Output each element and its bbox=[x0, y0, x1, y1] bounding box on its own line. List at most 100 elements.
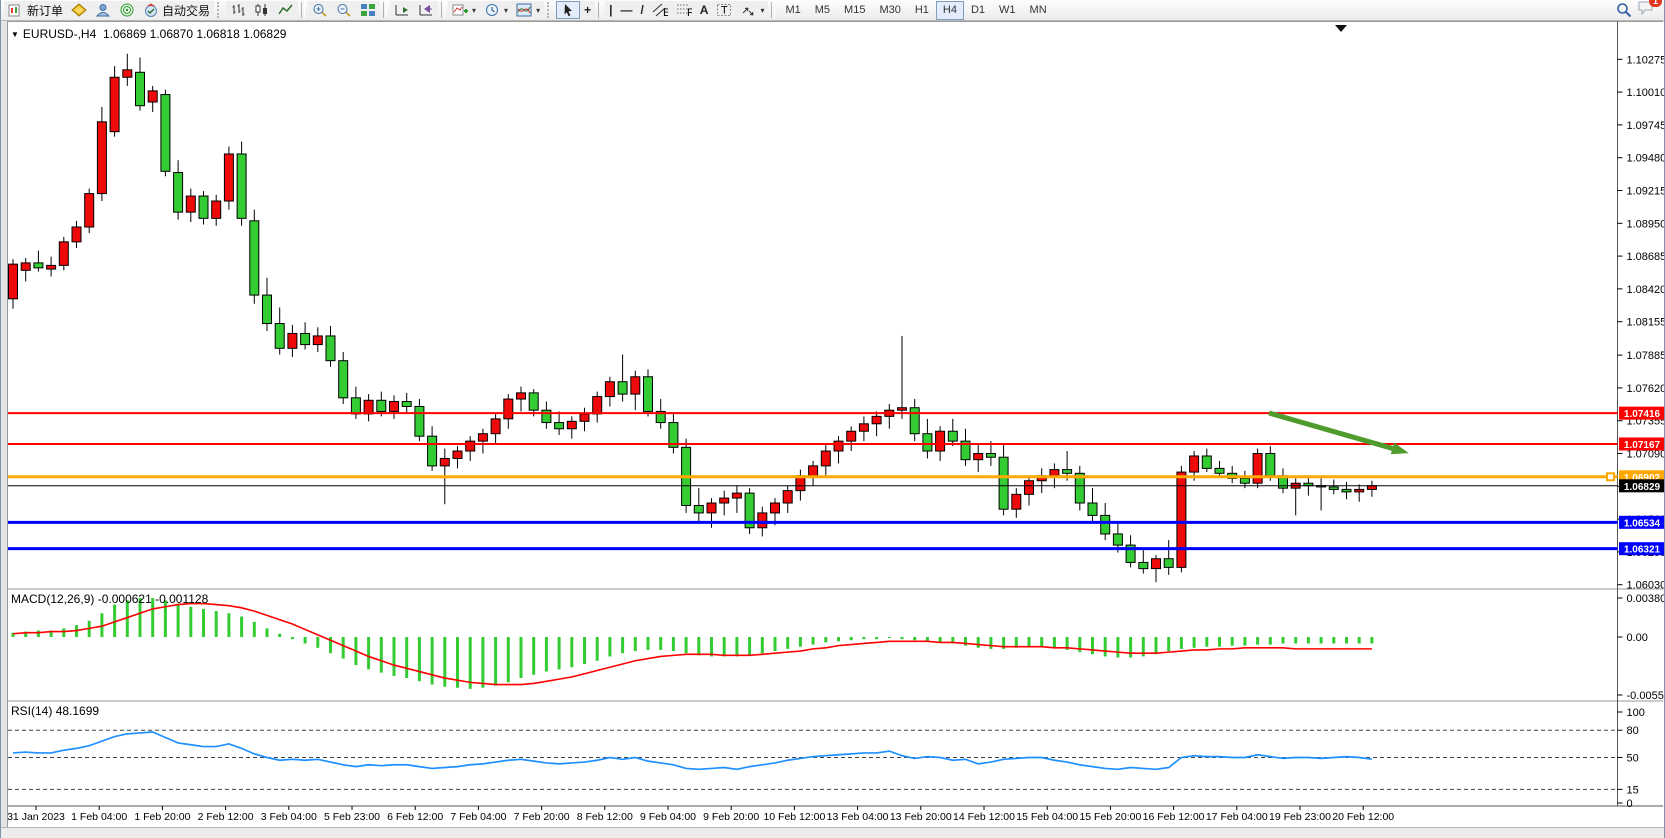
candle-body[interactable] bbox=[1202, 456, 1211, 468]
hline-handle[interactable] bbox=[1607, 473, 1614, 480]
candle-body[interactable] bbox=[59, 242, 68, 266]
candle-body[interactable] bbox=[567, 421, 576, 428]
trendline-tool-button[interactable]: / bbox=[636, 1, 647, 19]
candle-body[interactable] bbox=[1164, 559, 1173, 568]
candle-body[interactable] bbox=[732, 493, 741, 498]
candle-body[interactable] bbox=[415, 406, 424, 436]
fibonacci-tool-button[interactable]: F bbox=[672, 1, 696, 19]
channel-tool-button[interactable]: E bbox=[648, 1, 672, 19]
candle-body[interactable] bbox=[1329, 487, 1338, 489]
timeframe-button-mn[interactable]: MN bbox=[1023, 1, 1054, 20]
candle-body[interactable] bbox=[174, 173, 183, 213]
candle-body[interactable] bbox=[9, 264, 18, 299]
candle-body[interactable] bbox=[275, 324, 284, 349]
line-chart-button[interactable] bbox=[274, 1, 298, 19]
navigator-button[interactable] bbox=[115, 1, 139, 19]
candle-body[interactable] bbox=[1177, 472, 1186, 567]
candle-body[interactable] bbox=[847, 431, 856, 441]
candle-body[interactable] bbox=[517, 393, 526, 399]
candle-body[interactable] bbox=[999, 457, 1008, 509]
chart-canvas[interactable]: 1.102751.100101.097451.094801.092151.089… bbox=[1, 0, 1665, 838]
candle-body[interactable] bbox=[377, 400, 386, 411]
tile-windows-button[interactable] bbox=[356, 1, 380, 19]
candle-body[interactable] bbox=[504, 399, 513, 419]
candle-body[interactable] bbox=[1113, 534, 1122, 545]
horizontal-line-tool-button[interactable]: — bbox=[616, 1, 636, 19]
candle-body[interactable] bbox=[313, 336, 322, 345]
candle-body[interactable] bbox=[478, 434, 487, 441]
candle-body[interactable] bbox=[428, 436, 437, 466]
candle-body[interactable] bbox=[758, 513, 767, 528]
candle-body[interactable] bbox=[605, 382, 614, 397]
candle-body[interactable] bbox=[148, 91, 157, 102]
candle-body[interactable] bbox=[694, 505, 703, 512]
data-window-button[interactable] bbox=[91, 1, 115, 19]
shift-marker-icon[interactable] bbox=[1335, 25, 1347, 32]
period-button[interactable]: ▾ bbox=[480, 1, 512, 19]
candle-body[interactable] bbox=[47, 265, 56, 269]
candle-body[interactable] bbox=[85, 194, 94, 227]
candle-body[interactable] bbox=[555, 423, 564, 429]
candle-body[interactable] bbox=[250, 221, 259, 295]
candle-body[interactable] bbox=[1266, 454, 1275, 476]
candle-body[interactable] bbox=[809, 466, 818, 476]
candle-body[interactable] bbox=[453, 451, 462, 458]
candle-body[interactable] bbox=[771, 503, 780, 513]
candle-body[interactable] bbox=[123, 70, 132, 77]
auto-trading-button[interactable]: 自动交易 bbox=[139, 1, 214, 19]
timeframe-button-h4[interactable]: H4 bbox=[936, 1, 964, 20]
candle-body[interactable] bbox=[783, 491, 792, 503]
candle-body[interactable] bbox=[631, 377, 640, 394]
candle-body[interactable] bbox=[1215, 468, 1224, 473]
candle-body[interactable] bbox=[136, 72, 145, 105]
candle-body[interactable] bbox=[263, 295, 272, 323]
candle-body[interactable] bbox=[21, 263, 30, 270]
candle-body[interactable] bbox=[923, 434, 932, 451]
vertical-line-tool-button[interactable]: | bbox=[605, 1, 616, 19]
candle-body[interactable] bbox=[402, 402, 411, 407]
notifications-button[interactable]: 1 bbox=[1638, 0, 1656, 20]
candle-body[interactable] bbox=[97, 122, 106, 194]
candle-body[interactable] bbox=[72, 227, 81, 242]
candle-body[interactable] bbox=[948, 431, 957, 441]
candle-body[interactable] bbox=[821, 451, 830, 466]
candle-body[interactable] bbox=[593, 397, 602, 414]
timeframe-button-m30[interactable]: M30 bbox=[872, 1, 907, 20]
timeframe-button-m1[interactable]: M1 bbox=[778, 1, 807, 20]
timeframe-button-w1[interactable]: W1 bbox=[992, 1, 1023, 20]
candle-body[interactable] bbox=[212, 201, 221, 218]
chart-shift-button[interactable] bbox=[414, 1, 438, 19]
candle-body[interactable] bbox=[644, 377, 653, 412]
search-icon[interactable] bbox=[1616, 2, 1632, 18]
candle-body[interactable] bbox=[834, 441, 843, 451]
candle-body[interactable] bbox=[186, 196, 195, 212]
candle-body[interactable] bbox=[859, 424, 868, 431]
market-watch-button[interactable] bbox=[67, 1, 91, 19]
candle-body[interactable] bbox=[936, 431, 945, 451]
candle-body[interactable] bbox=[34, 263, 43, 268]
candle-body[interactable] bbox=[466, 441, 475, 451]
candle-body[interactable] bbox=[1355, 489, 1364, 491]
timeframe-button-d1[interactable]: D1 bbox=[964, 1, 992, 20]
timeframe-button-m15[interactable]: M15 bbox=[837, 1, 872, 20]
crosshair-tool-button[interactable]: + bbox=[580, 1, 595, 19]
add-indicator-button[interactable]: ▾ bbox=[448, 1, 480, 19]
template-button[interactable]: ▾ bbox=[512, 1, 544, 19]
candle-body[interactable] bbox=[224, 154, 233, 201]
timeframe-button-h1[interactable]: H1 bbox=[908, 1, 936, 20]
candle-body[interactable] bbox=[1342, 489, 1351, 491]
text-label-tool-button[interactable]: T bbox=[712, 1, 736, 19]
candle-body[interactable] bbox=[1253, 454, 1262, 484]
candle-body[interactable] bbox=[301, 333, 310, 344]
candle-body[interactable] bbox=[1190, 456, 1199, 472]
arrows-tool-button[interactable]: ▾ bbox=[736, 1, 768, 19]
candle-body[interactable] bbox=[491, 419, 500, 434]
candle-body[interactable] bbox=[440, 458, 449, 465]
candle-body[interactable] bbox=[110, 77, 119, 131]
candle-body[interactable] bbox=[707, 503, 716, 513]
candle-body[interactable] bbox=[288, 333, 297, 348]
candle-body[interactable] bbox=[326, 336, 335, 361]
zoom-out-button[interactable] bbox=[332, 1, 356, 19]
candle-body[interactable] bbox=[1025, 481, 1034, 495]
candle-body[interactable] bbox=[720, 498, 729, 503]
